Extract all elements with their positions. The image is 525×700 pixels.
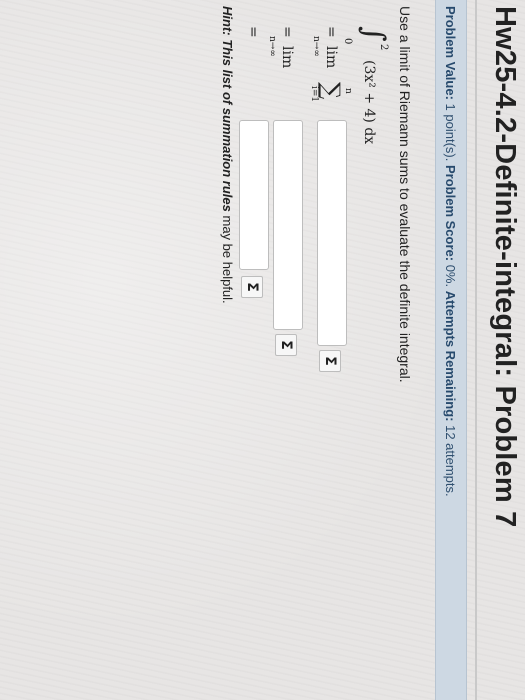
integral-sign: ∫ [356,26,391,42]
answer-input-3[interactable] [239,120,269,270]
hint-suffix: may be helpful. [220,215,235,304]
equation-editor-button-1[interactable]: Σ [319,350,341,372]
problem-score-label: Problem Score: [443,164,458,262]
summation-upper: n [343,88,353,94]
attempts-remaining: 12 attempts. [443,425,458,497]
equals-sign: = [323,26,339,38]
title-divider [475,0,477,700]
integrand: (3x² + 4) dx [361,60,377,145]
summation-sign: ∑ [317,82,345,100]
limit-subscript: n→∞ [267,36,277,57]
page-title: Hw25-4.2-Definite-integral: Problem 7 [489,6,521,528]
limit-label: lim [279,46,295,69]
equals-sign: = [279,26,295,38]
attempts-label: Attempts Remaining: [443,290,458,422]
problem-value-label: Problem Value: [443,6,458,100]
limit-subscript: n→∞ [311,36,321,57]
summation-rules-link[interactable]: This list of summation rules [220,39,235,212]
summation-lower: i=1 [309,86,319,103]
hint-label: Hint: [220,6,235,36]
problem-score: 0%. [443,264,458,288]
equation-editor-button-3[interactable]: Σ [241,276,263,298]
integral-lower-limit: 0 [342,38,353,45]
answer-input-2[interactable] [273,120,303,330]
integral-upper-limit: 2 [378,44,389,51]
hint-text: Hint: This list of summation rules may b… [220,6,235,304]
problem-info-bar: Problem Value: 1 point(s). Problem Score… [435,0,467,700]
limit-label: lim [323,46,339,69]
equals-sign: = [245,26,261,38]
problem-page: Hw25-4.2-Definite-integral: Problem 7 Pr… [0,0,525,700]
equation-editor-button-2[interactable]: Σ [275,334,297,356]
problem-value: 1 point(s). [443,103,458,162]
question-text: Use a limit of Riemann sums to evaluate … [397,6,413,383]
answer-input-1[interactable] [317,120,347,346]
